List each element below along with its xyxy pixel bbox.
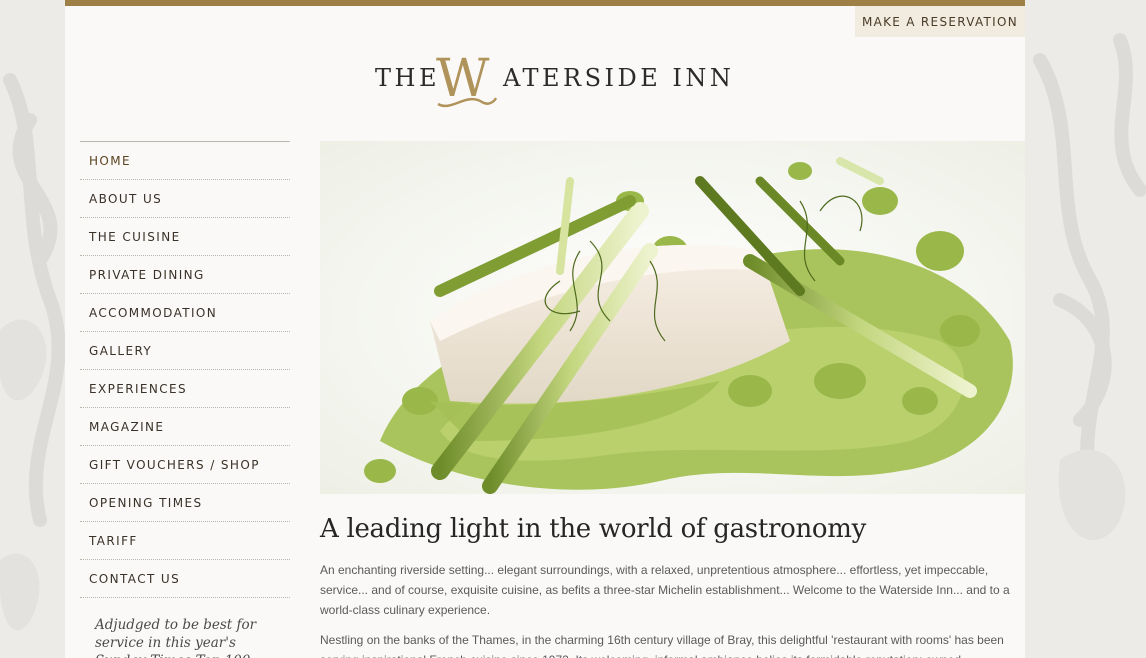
make-reservation-button[interactable]: MAKE A RESERVATION	[855, 6, 1025, 37]
page-headline: A leading light in the world of gastrono…	[320, 514, 867, 544]
nav-item-tariff[interactable]: TARIFF	[80, 522, 290, 560]
nav-item-magazine[interactable]: MAGAZINE	[80, 408, 290, 446]
hero-dish-image	[320, 141, 1025, 494]
page-container: MAKE A RESERVATION THE W ATERSIDE INN HO…	[65, 0, 1025, 658]
main-navigation: HOME ABOUT US THE CUISINE PRIVATE DINING…	[80, 141, 290, 598]
logo-text-waterside-inn: ATERSIDE INN	[503, 64, 735, 92]
nav-item-gift-vouchers-shop[interactable]: GIFT VOUCHERS / SHOP	[80, 446, 290, 484]
sidebar-quote: Adjudged to be best for service in this …	[95, 617, 257, 658]
logo-text-the: THE	[375, 64, 440, 92]
nav-item-accommodation[interactable]: ACCOMMODATION	[80, 294, 290, 332]
nav-item-experiences[interactable]: EXPERIENCES	[80, 370, 290, 408]
site-logo[interactable]: THE W ATERSIDE INN	[375, 52, 731, 114]
nav-item-about-us[interactable]: ABOUT US	[80, 180, 290, 218]
nav-item-opening-times[interactable]: OPENING TIMES	[80, 484, 290, 522]
intro-paragraph: An enchanting riverside setting... elega…	[320, 563, 1010, 617]
nav-item-private-dining[interactable]: PRIVATE DINING	[80, 256, 290, 294]
nav-item-gallery[interactable]: GALLERY	[80, 332, 290, 370]
nav-item-the-cuisine[interactable]: THE CUISINE	[80, 218, 290, 256]
nav-item-home[interactable]: HOME	[80, 142, 290, 180]
nav-item-contact-us[interactable]: CONTACT US	[80, 560, 290, 598]
logo-w-monogram: W	[436, 52, 498, 109]
history-paragraph: Nestling on the banks of the Thames, in …	[320, 633, 1004, 658]
